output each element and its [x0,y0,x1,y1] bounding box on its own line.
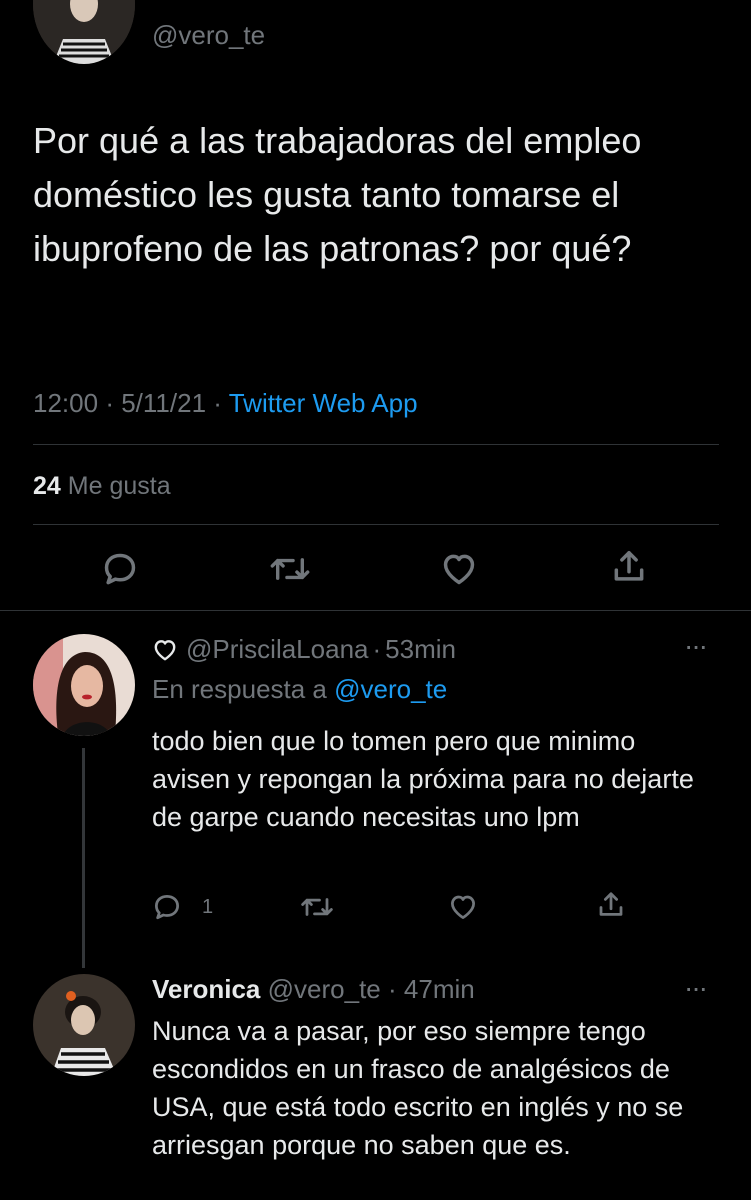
likes-stat[interactable]: 24 Me gusta [33,472,171,501]
divider [0,610,751,611]
priscila-avatar-image [33,634,135,736]
author-handle[interactable]: @vero_te [152,20,265,51]
retweet-icon [270,558,310,580]
reply-handle[interactable]: @PriscilaLoana [186,634,368,665]
reply-icon [155,895,179,920]
reply-time[interactable]: 47min [404,974,475,1004]
more-button[interactable]: ··· [684,630,708,662]
meta-separator: · [105,388,114,418]
heart-outline-icon [152,637,178,663]
meta-separator: · [388,974,397,1004]
author-avatar[interactable] [33,0,135,64]
replying-to-label: En respuesta a [152,674,327,704]
reply-handle[interactable]: @vero_te [268,974,381,1004]
more-button[interactable]: ··· [684,972,708,1004]
reply-avatar[interactable] [33,634,135,736]
reply-header: @PriscilaLoana · 53min [152,634,456,665]
tweet-text: Por qué a las trabajadoras del empleo do… [33,120,642,269]
like-icon [443,554,475,585]
likes-label: Me gusta [67,472,171,500]
share-icon [599,892,623,916]
reply-text: todo bien que lo tomen pero que minimo a… [152,726,694,832]
reply-button[interactable]: 1 [152,892,213,922]
divider [33,524,719,525]
retweet-button[interactable] [270,550,310,588]
tweet-source[interactable]: Twitter Web App [229,388,418,418]
share-icon [614,551,644,581]
thread-line [82,748,85,968]
reply-header: Veronica @vero_te · 47min [152,974,475,1005]
reply-time[interactable]: 53min [385,634,456,665]
barbie-avatar-image [33,974,135,1076]
reply-count: 1 [202,895,214,918]
divider [33,444,719,445]
retweet-icon [301,898,333,916]
tweet-time[interactable]: 12:00 [33,388,98,418]
share-button[interactable] [596,890,626,920]
likes-count: 24 [33,472,61,500]
like-icon [451,895,475,919]
reply-icon [104,553,136,585]
share-button[interactable] [610,548,648,586]
reply-author-name[interactable]: Veronica [152,974,260,1004]
meta-separator: · [213,388,222,418]
like-button[interactable] [440,550,478,588]
reply-avatar[interactable] [33,974,135,1076]
retweet-button[interactable] [300,892,334,922]
like-button[interactable] [448,892,478,922]
replying-to: En respuesta a @vero_te [152,674,447,705]
reply-button[interactable] [101,550,139,588]
tweet-date[interactable]: 5/11/21 [121,388,206,418]
reply-text: Nunca va a pasar, por eso siempre tengo … [152,1016,684,1160]
replying-to-handle[interactable]: @vero_te [334,674,447,704]
tweet-meta: 12:00 · 5/11/21 · Twitter Web App [33,388,418,419]
meta-separator: · [372,634,382,664]
barbie-avatar-image [33,0,135,64]
